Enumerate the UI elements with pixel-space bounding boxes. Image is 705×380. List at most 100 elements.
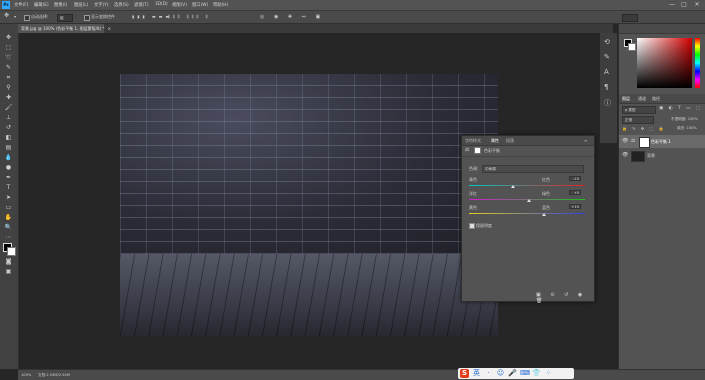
brush-tool-icon[interactable]: 🖌 (4, 104, 13, 111)
cyan-red-slider[interactable] (469, 185, 585, 186)
toolbox-icon[interactable]: ⁘ (544, 369, 553, 378)
distribute-buttons-icon[interactable]: ⫼⫼⫼ ⫼⫼⫼ ⫼ (168, 14, 210, 19)
quick-select-tool-icon[interactable]: ✎ (4, 64, 13, 71)
mask-icon[interactable] (474, 147, 481, 154)
layer-row-color-balance[interactable]: 👁 ⚖ 色彩平衡 1 (619, 135, 705, 148)
healing-brush-icon[interactable]: ✚ (4, 94, 13, 101)
blur-tool-icon[interactable]: 💧 (4, 154, 13, 161)
workspace-switch[interactable] (622, 14, 638, 22)
menu-select[interactable]: 选择(S) (114, 2, 129, 8)
tab-paths[interactable]: 路径 (652, 96, 660, 102)
eyedropper-tool-icon[interactable]: ⚲ (4, 84, 13, 91)
clone-stamp-icon[interactable]: ⊥ (4, 114, 13, 121)
menu-layer[interactable]: 图层(L) (74, 2, 88, 8)
zoom-level[interactable]: 100% (21, 373, 31, 377)
magenta-green-slider-knob[interactable] (527, 199, 532, 202)
layer-mask-thumbnail[interactable] (639, 137, 650, 148)
align-buttons-icon[interactable]: ▮▮▮ ▬▬▬ (132, 14, 172, 19)
history-brush-icon[interactable]: ↺ (4, 124, 13, 131)
tab-properties[interactable]: 属性 (491, 138, 499, 144)
menu-file[interactable]: 文件(F) (14, 2, 28, 8)
close-button[interactable]: ✕ (693, 1, 701, 8)
fill-label[interactable]: 填充: 100% (677, 126, 697, 131)
menu-view[interactable]: 视图(V) (172, 2, 187, 8)
hue-slider[interactable] (695, 38, 700, 88)
auto-select-dropdown[interactable]: 组 (57, 14, 73, 22)
hand-tool-icon[interactable]: ✋ (4, 214, 13, 221)
background-color-swatch[interactable] (7, 247, 16, 256)
tab-character-styles[interactable]: 字符样式 (465, 138, 481, 144)
menu-3d[interactable]: 3D(D) (155, 2, 168, 7)
menu-help[interactable]: 帮助(H) (213, 2, 228, 8)
menu-edit[interactable]: 编辑(E) (34, 2, 49, 8)
menu-type[interactable]: 文字(Y) (94, 2, 109, 8)
layer-filter-icons[interactable]: ▣ ◐ T ▭ ⬚ (659, 106, 702, 111)
tab-layers[interactable]: 图层 (622, 96, 630, 102)
menu-filter[interactable]: 滤镜(T) (134, 2, 149, 8)
blend-mode-dropdown[interactable]: 正常 (622, 116, 654, 124)
pen-tool-icon[interactable]: ✒ (4, 174, 13, 181)
close-tab-icon[interactable]: × (108, 26, 111, 31)
yellow-blue-value[interactable]: +15 (569, 204, 581, 209)
magenta-green-value[interactable]: +5 (569, 190, 581, 195)
layer-name[interactable]: 背景 (647, 153, 655, 159)
marquee-tool-icon[interactable]: ⬚ (4, 44, 13, 51)
gradient-tool-icon[interactable]: ▤ (4, 144, 13, 151)
type-tool-icon[interactable]: T (4, 184, 13, 191)
3d-mode-icons[interactable]: ◎ ◉ ✥ ⇔ ▣ (260, 14, 324, 20)
microphone-icon[interactable]: 🎤 (508, 369, 517, 378)
yellow-blue-slider[interactable] (469, 213, 585, 214)
visibility-eye-icon[interactable]: 👁 (622, 152, 628, 158)
tab-channels[interactable]: 通道 (638, 96, 646, 102)
doc-info[interactable]: 文档:2.54M/2.54M (38, 373, 70, 378)
lock-icons[interactable]: 🔒 ✎ ✥ ⬚ 🔒 (622, 126, 666, 131)
emoji-icon[interactable]: ☺ (496, 369, 505, 378)
dodge-tool-icon[interactable]: ● (4, 164, 13, 171)
skin-icon[interactable]: 👕 (532, 369, 541, 378)
layer-name[interactable]: 色彩平衡 1 (651, 139, 671, 145)
more-tools-icon[interactable]: ⋯ (4, 234, 13, 241)
history-icon[interactable]: ⟲ (604, 38, 610, 46)
document-tab[interactable]: 背景.jpg @ 100% (色彩平衡 1, 图层蒙版/8) * × (18, 24, 111, 33)
paragraph-icon[interactable]: ¶ (604, 83, 608, 91)
tone-dropdown[interactable]: 中间调 (482, 165, 584, 173)
crop-tool-icon[interactable]: ⌗ (4, 74, 13, 81)
color-picker-field[interactable] (637, 38, 692, 88)
sogou-logo-icon[interactable]: S (460, 369, 469, 378)
shape-tool-icon[interactable]: ▭ (4, 204, 13, 211)
preserve-luminosity-checkbox[interactable] (469, 223, 475, 229)
visibility-eye-icon[interactable]: 👁 (622, 138, 628, 144)
lasso-tool-icon[interactable]: ➰ (4, 54, 13, 61)
show-transform-checkbox[interactable] (84, 15, 90, 21)
maximize-button[interactable]: □ (680, 1, 688, 8)
tab-paragraph[interactable]: 段落 (506, 138, 514, 144)
menu-image[interactable]: 图像(I) (54, 2, 67, 8)
language-switch-icon[interactable]: 英 (472, 369, 481, 378)
move-tool-icon[interactable]: ✥ (4, 12, 9, 19)
quick-mask-icon[interactable]: ◙ (4, 258, 13, 265)
screen-mode-icon[interactable]: ▣ (4, 268, 13, 275)
cyan-red-slider-knob[interactable] (511, 185, 516, 188)
eraser-tool-icon[interactable]: ◧ (4, 134, 13, 141)
move-tool-icon[interactable]: ✥ (4, 34, 13, 41)
zoom-tool-icon[interactable]: 🔍 (4, 224, 13, 231)
layer-row-background[interactable]: 👁 背景 (619, 149, 705, 162)
dropdown-arrow-icon[interactable]: ▾ (14, 14, 16, 19)
keyboard-icon[interactable]: ⌨ (520, 369, 530, 378)
info-icon[interactable]: ⓘ (604, 98, 611, 108)
opacity-label[interactable]: 不透明度: 100% (671, 117, 698, 122)
properties-footer-icons[interactable]: ▣ ⊙ ↺ ◉ 🗑 (536, 292, 594, 304)
brush-preset-icon[interactable]: ✎ (604, 53, 610, 61)
auto-select-checkbox[interactable] (24, 15, 30, 21)
panel-menu-icon[interactable]: ≡ (584, 138, 587, 143)
color-bg-swatch[interactable] (628, 43, 636, 51)
minimize-button[interactable]: — (668, 1, 676, 8)
layer-filter-dropdown[interactable]: ρ 类型 (622, 106, 656, 114)
cyan-red-value[interactable]: -15 (569, 176, 581, 181)
yellow-blue-slider-knob[interactable] (542, 213, 547, 216)
punctuation-icon[interactable]: · (484, 369, 493, 378)
document-canvas[interactable] (120, 74, 498, 336)
character-icon[interactable]: A (604, 68, 609, 76)
path-select-icon[interactable]: ➤ (4, 194, 13, 201)
menu-window[interactable]: 窗口(W) (192, 2, 208, 8)
